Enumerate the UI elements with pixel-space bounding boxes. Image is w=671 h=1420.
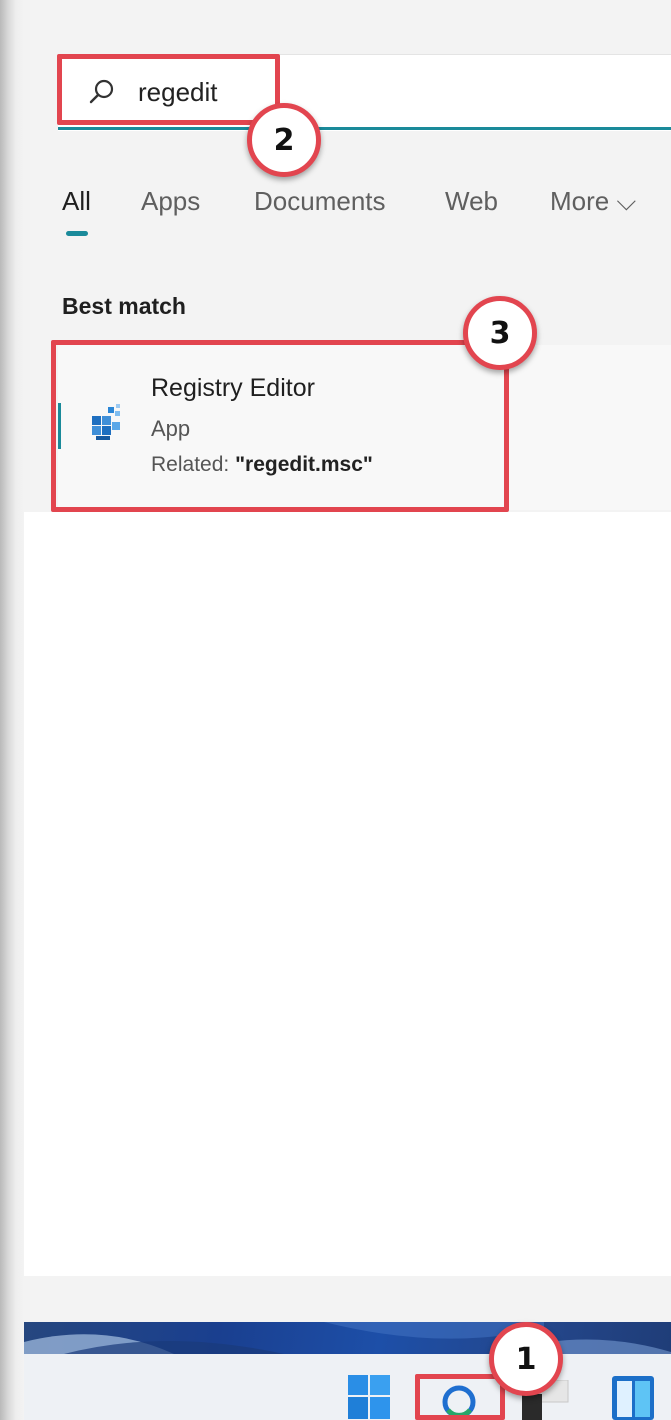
search-focus-underline (58, 127, 671, 130)
tab-all[interactable]: All (62, 186, 91, 217)
step-badge-2: 2 (247, 103, 321, 177)
results-content-area (24, 512, 671, 1276)
window-left-edge (0, 0, 24, 1420)
search-box-highlight (57, 54, 280, 125)
widgets-icon[interactable] (610, 1374, 656, 1420)
active-tab-indicator (66, 231, 88, 236)
tab-more[interactable]: More ⌵ (550, 186, 636, 218)
taskbar-search-highlight (415, 1374, 505, 1420)
step-badge-1: 1 (489, 1322, 563, 1396)
result-highlight (51, 340, 509, 512)
tab-apps[interactable]: Apps (141, 186, 200, 217)
desktop-wallpaper-strip (24, 1322, 671, 1354)
wallpaper-waves (24, 1322, 671, 1354)
best-match-heading: Best match (62, 293, 186, 319)
tab-documents[interactable]: Documents (254, 186, 386, 217)
tab-web[interactable]: Web (445, 186, 498, 217)
windows-start-icon[interactable] (347, 1374, 393, 1420)
step-badge-3: 3 (463, 296, 537, 370)
